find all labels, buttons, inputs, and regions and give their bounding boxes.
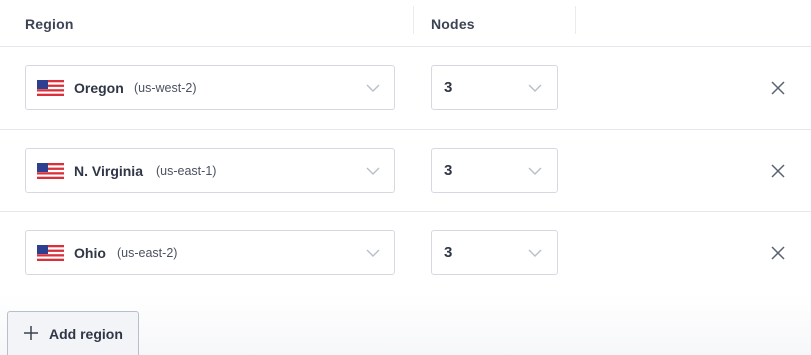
chevron-down-icon bbox=[366, 249, 380, 257]
region-row: Oregon (us-west-2) 3 bbox=[0, 47, 811, 129]
chevron-down-icon bbox=[366, 84, 380, 92]
column-divider bbox=[413, 6, 414, 34]
region-code: (us-east-1) bbox=[156, 164, 217, 178]
region-column-header: Region bbox=[25, 16, 74, 32]
region-name: Oregon bbox=[74, 80, 124, 96]
region-code: (us-west-2) bbox=[134, 81, 197, 95]
column-divider bbox=[575, 6, 576, 34]
plus-icon bbox=[24, 326, 38, 340]
region-code: (us-east-2) bbox=[117, 246, 178, 260]
region-row: N. Virginia (us-east-1) 3 bbox=[0, 130, 811, 212]
nodes-value: 3 bbox=[444, 244, 453, 261]
region-select[interactable]: N. Virginia (us-east-1) bbox=[25, 148, 395, 193]
nodes-value: 3 bbox=[444, 162, 453, 179]
nodes-select[interactable]: 3 bbox=[431, 65, 558, 110]
chevron-down-icon bbox=[366, 167, 380, 175]
us-flag-icon bbox=[37, 245, 64, 261]
table-header: Region Nodes bbox=[0, 0, 811, 47]
close-icon[interactable] bbox=[769, 162, 787, 180]
close-icon[interactable] bbox=[769, 79, 787, 97]
nodes-select[interactable]: 3 bbox=[431, 230, 558, 275]
region-name: N. Virginia bbox=[74, 163, 143, 179]
region-row: Ohio (us-east-2) 3 bbox=[0, 212, 811, 294]
chevron-down-icon bbox=[528, 249, 542, 257]
chevron-down-icon bbox=[528, 167, 542, 175]
region-name: Ohio bbox=[74, 245, 106, 261]
close-icon[interactable] bbox=[769, 244, 787, 262]
nodes-column-header: Nodes bbox=[431, 16, 475, 32]
nodes-value: 3 bbox=[444, 79, 453, 96]
us-flag-icon bbox=[37, 80, 64, 96]
region-select[interactable]: Ohio (us-east-2) bbox=[25, 230, 395, 275]
region-select[interactable]: Oregon (us-west-2) bbox=[25, 65, 395, 110]
add-region-label: Add region bbox=[49, 326, 123, 342]
add-region-button[interactable]: Add region bbox=[7, 311, 139, 355]
nodes-select[interactable]: 3 bbox=[431, 148, 558, 193]
chevron-down-icon bbox=[528, 84, 542, 92]
us-flag-icon bbox=[37, 163, 64, 179]
